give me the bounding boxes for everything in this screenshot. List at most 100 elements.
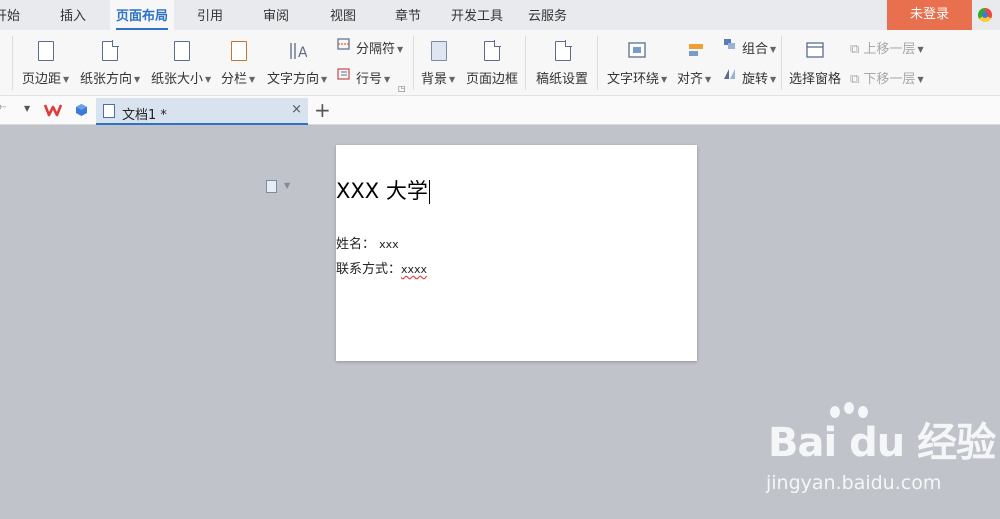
page-border-icon	[484, 40, 501, 61]
document-tab-bar: ⇠ ▼ 文档1 * ×	[0, 96, 1000, 125]
text-wrap-icon	[628, 42, 646, 58]
dropdown-icon: ▼	[384, 75, 391, 84]
close-icon[interactable]: ×	[291, 102, 302, 117]
paper-size-button[interactable]: 纸张大小 ▼	[151, 68, 211, 87]
dropdown-icon: ▼	[770, 45, 777, 54]
columns-button[interactable]: 分栏 ▼	[221, 68, 255, 87]
bring-forward-button[interactable]: ⧉ 上移一层 ▼	[850, 38, 924, 57]
ribbon-separator	[413, 36, 414, 90]
background-button[interactable]: 背景 ▼	[421, 68, 455, 87]
add-tab-icon[interactable]: +	[314, 98, 331, 122]
line-number-icon	[337, 68, 350, 80]
contact-value: xxxx	[401, 263, 428, 276]
dropdown-icon: ▼	[661, 75, 668, 84]
paper-size-label: 纸张大小	[151, 72, 204, 87]
document-title[interactable]: XXX 大学	[336, 175, 430, 205]
bring-forward-label: 上移一层	[863, 42, 916, 57]
cube-icon[interactable]	[75, 103, 88, 117]
tab-home[interactable]: 开始	[0, 0, 20, 30]
background-label: 背景	[421, 72, 448, 87]
send-backward-button[interactable]: ⧉ 下移一层 ▼	[850, 68, 924, 87]
separator-label: 分隔符	[356, 42, 396, 57]
document-icon	[103, 104, 115, 118]
text-wrap-button[interactable]: 文字环绕 ▼	[607, 68, 667, 87]
rotate-icon	[724, 69, 735, 79]
manuscript-button[interactable]: 稿纸设置	[536, 68, 588, 87]
paper-size-icon	[174, 41, 190, 61]
dropdown-icon[interactable]: ▼	[284, 181, 290, 190]
bring-forward-icon: ⧉	[850, 42, 864, 57]
line-number-label: 行号	[356, 72, 383, 87]
dropdown-icon: ▼	[397, 45, 404, 54]
align-icon	[689, 44, 703, 56]
document-tab-label: 文档1 *	[122, 108, 167, 123]
ribbon-toolbar: 页边距 ▼ 纸张方向 ▼ 纸张大小 ▼ 分栏 ▼ A 文字方向 ▼ 分隔符 ▼ 行号 ▼ ◳ …	[0, 30, 1000, 96]
dropdown-icon: ▼	[705, 75, 712, 84]
document-title-text: XXX 大学	[336, 179, 428, 203]
ribbon-separator	[12, 36, 13, 90]
dropdown-icon: ▼	[321, 75, 328, 84]
dropdown-icon: ▼	[63, 75, 70, 84]
paw-icon	[858, 406, 868, 418]
dropdown-icon: ▼	[917, 75, 924, 84]
scroll-left-icon[interactable]: ⇠	[0, 102, 6, 113]
tab-review[interactable]: 审阅	[263, 0, 289, 30]
rotate-button[interactable]: 旋转 ▼	[742, 68, 776, 87]
manuscript-icon	[555, 40, 572, 61]
selection-pane-button[interactable]: 选择窗格	[789, 68, 841, 87]
paw-icon	[830, 406, 840, 418]
ribbon-separator	[597, 36, 598, 90]
orientation-label: 纸张方向	[80, 72, 133, 87]
text-direction-icon: A	[290, 43, 307, 61]
group-icon	[724, 39, 735, 49]
dialog-launcher-icon[interactable]: ◳	[398, 84, 406, 93]
wps-logo-icon[interactable]	[44, 103, 62, 117]
separator-icon	[337, 38, 350, 50]
tab-insert[interactable]: 插入	[60, 0, 86, 30]
group-label: 组合	[742, 42, 769, 57]
dropdown-icon: ▼	[449, 75, 456, 84]
tab-cloud[interactable]: 云服务	[528, 0, 567, 30]
page-margin-button[interactable]: 页边距 ▼	[22, 68, 69, 87]
shield-icon[interactable]	[978, 8, 992, 22]
tab-page-layout[interactable]: 页面布局	[110, 0, 175, 30]
tab-section[interactable]: 章节	[395, 0, 421, 30]
menu-bar: 开始 插入 页面布局 引用 审阅 视图 章节 开发工具 云服务 未登录	[0, 0, 1000, 30]
name-label: 姓名：	[336, 237, 376, 252]
login-button[interactable]: 未登录	[887, 0, 972, 30]
svg-text:A: A	[298, 45, 307, 61]
rotate-label: 旋转	[742, 72, 769, 87]
align-label: 对齐	[677, 72, 704, 87]
selection-pane-icon	[806, 42, 824, 58]
text-direction-button[interactable]: 文字方向 ▼	[267, 68, 327, 87]
group-button[interactable]: 组合 ▼	[742, 38, 776, 57]
watermark-url: jingyan.baidu.com	[766, 472, 942, 494]
ribbon-separator	[525, 36, 526, 90]
tab-developer[interactable]: 开发工具	[451, 0, 503, 30]
dropdown-icon: ▼	[770, 75, 777, 84]
columns-label: 分栏	[221, 72, 248, 87]
dropdown-icon: ▼	[249, 75, 256, 84]
page-border-button[interactable]: 页面边框	[466, 68, 518, 87]
document-tab[interactable]: 文档1 * ×	[96, 98, 308, 125]
name-value: xxx	[379, 238, 399, 251]
name-line[interactable]: 姓名： xxx	[336, 233, 399, 252]
tab-list-dropdown-icon[interactable]: ▼	[24, 104, 30, 113]
orientation-icon	[102, 40, 119, 61]
line-number-button[interactable]: 行号 ▼	[356, 68, 390, 87]
orientation-button[interactable]: 纸张方向 ▼	[80, 68, 140, 87]
contact-line[interactable]: 联系方式：xxxx	[336, 258, 427, 277]
watermark-logo: Bai du 经验	[768, 420, 996, 466]
ribbon-separator	[781, 36, 782, 90]
paragraph-icon[interactable]	[266, 180, 277, 193]
tab-view[interactable]: 视图	[330, 0, 356, 30]
paw-icon	[844, 402, 854, 414]
contact-label: 联系方式：	[336, 262, 402, 277]
dropdown-icon: ▼	[134, 75, 141, 84]
send-backward-label: 下移一层	[863, 72, 916, 87]
document-page[interactable]: XXX 大学 姓名： xxx 联系方式：xxxx	[336, 145, 697, 361]
separator-button[interactable]: 分隔符 ▼	[356, 38, 403, 57]
tab-references[interactable]: 引用	[197, 0, 223, 30]
text-cursor	[428, 180, 430, 204]
align-button[interactable]: 对齐 ▼	[677, 68, 711, 87]
